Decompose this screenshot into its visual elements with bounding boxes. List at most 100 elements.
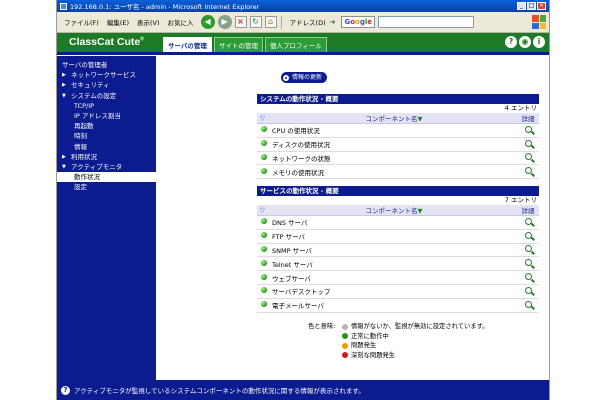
status-bar: ? アクティブモニタが監視しているシステムコンポーネントの動作状況に関する情報が… [57,380,549,400]
table-row: Telnet サーバ [257,256,539,272]
sidebar-item-status[interactable]: 動作状況 [57,172,156,183]
main-content: 情報の更新 システムの動作状況 - 概要 4 エントリ ▽ コンポーネント名▼ … [156,56,549,380]
status-cell [257,270,271,285]
entry-count: 7 エントリ [504,196,537,204]
google-search-brand[interactable]: Google [341,16,376,28]
sidebar-item-tcpip[interactable]: TCP/IP [57,101,156,111]
detail-cell [517,123,539,138]
legend-dot-icon [342,342,348,349]
color-legend: 色と意味: 情報がないか、監視が無効に設定されています。 正常に動作中 問題発生… [308,322,489,360]
sidebar-item-ip-assign[interactable]: IP アドレス割当 [57,111,156,121]
status-cell [257,137,271,152]
sidebar-item-label: サーバの管理者 [62,61,108,70]
close-icon[interactable]: × [537,2,546,10]
view-icon[interactable]: ◉ [519,36,531,48]
help-icon[interactable]: ? [505,36,517,48]
sidebar-item-security[interactable]: ▶ セキュリティ [57,80,156,90]
sidebar-item-system-settings[interactable]: ▼ システムの設定 [57,91,156,101]
sidebar-item-label: 利用状況 [71,152,97,161]
sidebar-item-label: TCP/IP [74,101,95,110]
minimize-icon[interactable]: _ [517,2,526,10]
app-header: ClassCat Cute® サーバの管理 サイトの管理 個人プロフィール ? … [57,33,549,52]
table-row: CPU の使用状況 [257,123,539,138]
menu-file[interactable]: ファイル(F) [60,17,103,27]
tab-server-admin[interactable]: サーバの管理 [163,37,212,52]
component-name: ネットワークの状態 [271,151,517,166]
tab-site-admin[interactable]: サイトの管理 [213,37,263,52]
address-label[interactable]: アドレス(D) [290,17,326,27]
help-icon[interactable]: ? [61,385,70,395]
sidebar-item-usage[interactable]: ▶ 利用状況 [57,152,156,162]
magnifier-icon[interactable] [524,273,532,281]
service-status-table: ▽ コンポーネント名▼ 詳細 DNS サーバ FTP サーバ SNMP サーバ … [257,205,539,313]
tab-profile[interactable]: 個人プロフィール [264,37,327,52]
refresh-icon[interactable]: ↻ [249,16,262,28]
status-cell [257,123,271,138]
info-icon[interactable]: i [533,36,545,48]
magnifier-icon[interactable] [524,286,532,294]
legend-dot-icon [342,323,348,330]
component-name: ディスクの使用状況 [271,137,517,152]
refresh-info-button[interactable]: 情報の更新 [281,72,328,83]
magnifier-icon[interactable] [524,217,532,225]
component-name: メモリの使用状況 [271,164,517,180]
title-bar: 192.168.0.1: ユーザ名 - admin - Microsoft In… [57,0,549,12]
status-cell [257,215,271,230]
menu-edit[interactable]: 編集(E) [103,17,133,27]
component-name: FTP サーバ [271,229,517,244]
maximize-icon[interactable]: □ [527,2,536,10]
sidebar-item-label: IP アドレス割当 [74,112,121,121]
magnifier-icon[interactable] [524,125,532,133]
menu-view[interactable]: 表示(V) [133,17,164,27]
magnifier-icon[interactable] [524,300,532,308]
magnifier-icon[interactable] [524,231,532,239]
detail-cell [517,151,539,166]
sidebar-item-network-services[interactable]: ▶ ネットワークサービス [57,70,156,80]
stop-icon[interactable]: × [234,16,247,28]
sidebar-item-label: 再起動 [74,122,94,131]
menu-favorites[interactable]: お気に入 [164,17,198,27]
google-logo-letter: e [367,18,373,26]
status-ok-icon [261,167,267,174]
table-row: FTP サーバ [257,229,539,244]
magnifier-icon[interactable] [524,139,532,147]
sidebar-item-settings[interactable]: 設定 [57,182,156,192]
status-cell [257,164,271,180]
google-search-input[interactable] [378,16,475,28]
sidebar-item-reboot[interactable]: 再起動 [57,121,156,131]
sidebar-item-info[interactable]: 情報 [57,142,156,152]
sidebar-item-server-admin[interactable]: サーバの管理者 [57,60,156,70]
detail-cell [517,270,539,285]
component-name: サーバデスクトップ [271,284,517,299]
sort-state-icon[interactable]: ▽ [257,205,271,216]
column-component[interactable]: コンポーネント名▼ [271,113,517,124]
logo-mark: ® [140,36,144,43]
sidebar-item-label: 設定 [74,183,87,192]
panel-title: サービスの動作状況 - 概要 [257,186,539,196]
table-row: 電子メールサーバ [257,298,539,313]
magnifier-icon[interactable] [524,153,532,161]
component-name: ウェブサーバ [271,270,517,285]
legend-text: 問題発生 [351,342,377,349]
legend-row: 問題発生 [308,341,489,351]
legend-dot-icon [342,333,348,340]
sort-state-icon[interactable]: ▽ [257,113,271,124]
back-arrow-icon[interactable]: ◀ [200,15,215,29]
entry-count: 4 エントリ [504,104,537,112]
forward-arrow-icon[interactable]: ▶ [217,15,232,29]
go-arrow-icon[interactable]: ➜ [330,18,336,26]
magnifier-icon[interactable] [524,245,532,253]
status-cell [257,256,271,272]
sidebar-item-active-monitor[interactable]: ▼ アクティブモニタ [57,162,156,172]
magnifier-icon[interactable] [524,259,532,267]
toolbar-divider [280,15,282,29]
classcat-logo: ClassCat Cute® [57,36,163,52]
sidebar-item-time[interactable]: 時刻 [57,131,156,141]
column-component[interactable]: コンポーネント名▼ [271,205,517,216]
home-icon[interactable]: ⌂ [264,16,277,28]
table-row: SNMP サーバ [257,243,539,258]
expand-arrow-icon: ▶ [62,153,66,160]
sidebar-item-label: アクティブモニタ [71,162,123,171]
legend-row: 深刻な問題発生 [308,351,489,361]
magnifier-icon[interactable] [524,167,532,175]
